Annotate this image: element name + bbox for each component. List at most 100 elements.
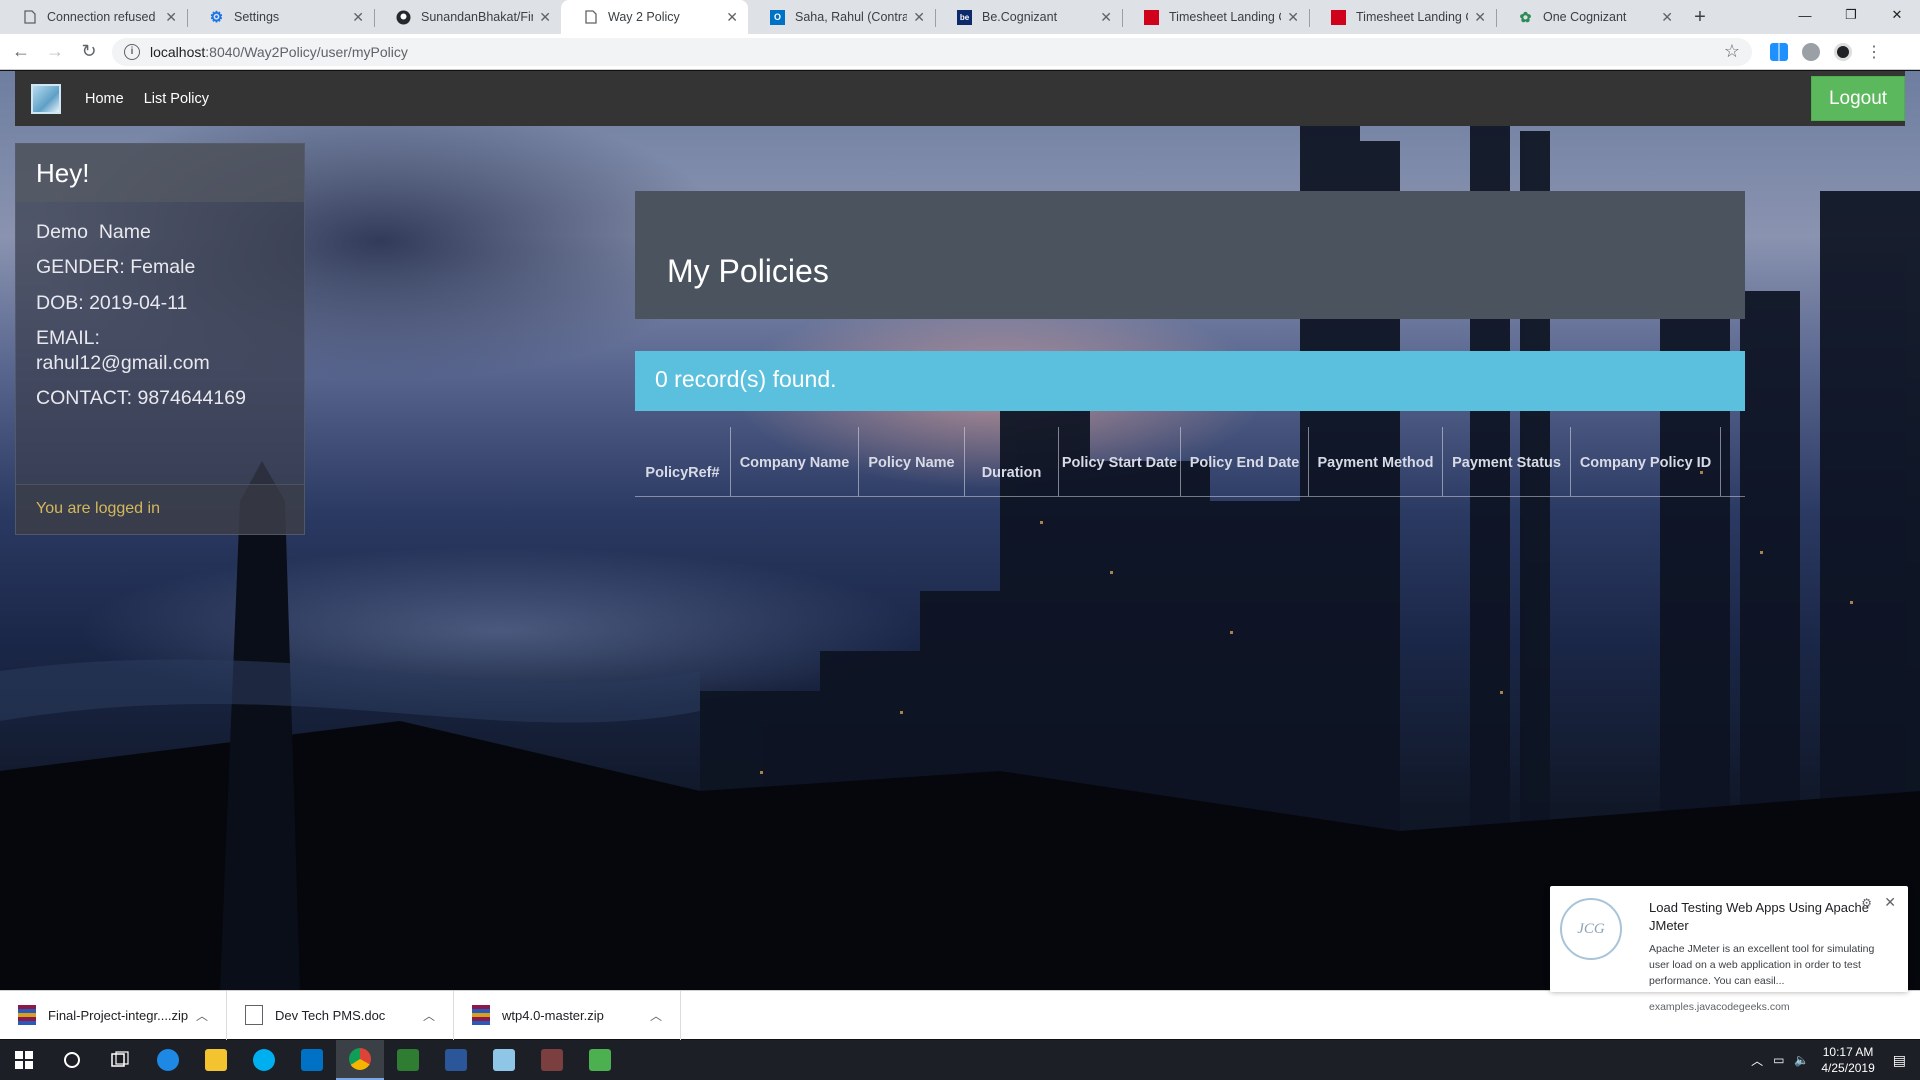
- doc-icon: [245, 1005, 263, 1025]
- extensions-area: ⋮: [1770, 42, 1882, 62]
- policies-table-header: PolicyRef# Company Name Policy Name Dura…: [635, 427, 1745, 497]
- tab-outlook[interactable]: O Saha, Rahul (Contractor ✕: [748, 0, 935, 34]
- download-filename: Final-Project-integr....zip: [48, 1007, 189, 1023]
- clock[interactable]: 10:17 AM 4/25/2019: [1821, 1044, 1874, 1076]
- brand-logo[interactable]: [31, 83, 61, 114]
- close-icon[interactable]: ✕: [539, 9, 551, 26]
- address-bar[interactable]: i localhost:8040/Way2Policy/user/myPolic…: [112, 37, 1752, 66]
- close-icon[interactable]: ✕: [352, 9, 364, 26]
- close-icon[interactable]: ✕: [1287, 9, 1299, 26]
- profile-dob: DOB: 2019-04-11: [36, 291, 188, 314]
- page-icon: [583, 10, 598, 25]
- records-alert: 0 record(s) found.: [635, 351, 1745, 411]
- search-icon[interactable]: [48, 1040, 96, 1080]
- col-policy-name: Policy Name: [859, 427, 965, 496]
- clock-date: 4/25/2019: [1821, 1061, 1875, 1075]
- new-tab-button[interactable]: +: [1683, 0, 1717, 34]
- tab-way2policy[interactable]: Way 2 Policy ✕: [561, 0, 748, 34]
- col-payment-method: Payment Method: [1309, 427, 1443, 496]
- nav-home-link[interactable]: Home: [85, 91, 124, 107]
- download-item[interactable]: Final-Project-integr....zip ︿: [0, 990, 227, 1040]
- tab-title: Settings: [234, 10, 280, 24]
- nav-list-policy-link[interactable]: List Policy: [144, 91, 209, 107]
- menu-dots-icon[interactable]: ⋮: [1866, 42, 1882, 62]
- word-icon[interactable]: [432, 1040, 480, 1080]
- notification-title: Load Testing Web Apps Using Apache JMete…: [1649, 900, 1869, 934]
- tab-timesheet-2[interactable]: Timesheet Landing Co ✕: [1309, 0, 1496, 34]
- close-icon[interactable]: ✕: [1661, 9, 1673, 26]
- download-filename: Dev Tech PMS.doc: [275, 1007, 386, 1023]
- browser-toolbar: ← → ↻ i localhost:8040/Way2Policy/user/m…: [0, 34, 1920, 70]
- minimize-icon[interactable]: —: [1782, 0, 1828, 30]
- close-icon[interactable]: ✕: [1100, 9, 1112, 26]
- url-text[interactable]: localhost:8040/Way2Policy/user/myPolicy: [150, 44, 408, 60]
- chevron-up-icon[interactable]: ︿: [423, 1007, 453, 1024]
- be-icon: be: [957, 9, 972, 25]
- tab-timesheet-1[interactable]: Timesheet Landing Co ✕: [1122, 0, 1309, 34]
- network-icon[interactable]: ▭: [1773, 1053, 1784, 1067]
- logout-button[interactable]: Logout: [1811, 76, 1905, 121]
- col-policy-start-date: Policy Start Date: [1059, 427, 1181, 496]
- file-explorer-icon[interactable]: [192, 1040, 240, 1080]
- winrar-icon[interactable]: [528, 1040, 576, 1080]
- chevron-up-icon[interactable]: ︿: [196, 1007, 226, 1024]
- profile-gender: GENDER: Female: [36, 256, 196, 279]
- close-icon[interactable]: ✕: [726, 9, 738, 26]
- window-close-icon[interactable]: ✕: [1874, 0, 1920, 30]
- clock-time: 10:17 AM: [1822, 1044, 1874, 1059]
- bookmark-star-icon[interactable]: ☆: [1724, 41, 1740, 62]
- tab-settings[interactable]: ⚙ Settings ✕: [187, 0, 374, 34]
- profile-email-label: EMAIL:: [36, 327, 100, 350]
- window-controls: — ❐ ✕: [1782, 0, 1920, 30]
- profile-avatar-icon[interactable]: [1834, 42, 1852, 61]
- circle-extension-icon[interactable]: [1802, 42, 1820, 61]
- outlook-icon[interactable]: [288, 1040, 336, 1080]
- windows-taskbar: ︿ ▭ 🔈 10:17 AM 4/25/2019 ▤: [0, 1040, 1920, 1080]
- chevron-up-icon[interactable]: ︿: [1751, 1052, 1763, 1069]
- close-icon[interactable]: ✕: [1474, 9, 1486, 26]
- chrome-icon[interactable]: [336, 1040, 384, 1080]
- tab-github[interactable]: SunandanBhakat/Final- ✕: [374, 0, 561, 34]
- media-app-icon[interactable]: [384, 1040, 432, 1080]
- windows-extension-icon[interactable]: [1770, 42, 1788, 61]
- col-policy-ref: PolicyRef#: [635, 427, 731, 496]
- system-tray: ︿ ▭ 🔈 10:17 AM 4/25/2019 ▤: [1751, 1040, 1920, 1080]
- chevron-up-icon[interactable]: ︿: [650, 1007, 680, 1024]
- task-view-icon[interactable]: [96, 1040, 144, 1080]
- login-status: You are logged in: [16, 484, 304, 534]
- back-arrow-icon[interactable]: ←: [8, 39, 34, 65]
- policies-header: My Policies: [635, 191, 1745, 319]
- github-icon: [396, 10, 411, 25]
- browser-tab-strip: Connection refused ✕ ⚙ Settings ✕ Sunand…: [0, 0, 1920, 34]
- reload-icon[interactable]: ↻: [76, 39, 102, 65]
- network-app-icon[interactable]: [576, 1040, 624, 1080]
- notepad-icon[interactable]: [480, 1040, 528, 1080]
- notification-center-icon[interactable]: ▤: [1893, 1052, 1906, 1069]
- download-item[interactable]: wtp4.0-master.zip ︿: [454, 990, 681, 1040]
- forward-arrow-icon[interactable]: →: [42, 39, 68, 65]
- tab-title: Be.Cognizant: [982, 10, 1058, 24]
- gear-icon: ⚙: [209, 9, 224, 26]
- tab-one-cognizant[interactable]: ✿ One Cognizant ✕: [1496, 0, 1683, 34]
- notification-body: Apache JMeter is an excellent tool for s…: [1649, 943, 1875, 987]
- profile-name: Demo Name: [36, 221, 151, 243]
- edge-icon[interactable]: [144, 1040, 192, 1080]
- close-icon[interactable]: ✕: [165, 9, 177, 26]
- tab-be-cognizant[interactable]: be Be.Cognizant ✕: [935, 0, 1122, 34]
- gear-icon[interactable]: ⚙: [1861, 896, 1872, 910]
- col-duration: Duration: [965, 427, 1059, 496]
- volume-icon[interactable]: 🔈: [1794, 1053, 1809, 1067]
- download-item[interactable]: Dev Tech PMS.doc ︿: [227, 990, 454, 1040]
- windows-start-icon[interactable]: [0, 1040, 48, 1080]
- tab-connection-refused[interactable]: Connection refused ✕: [0, 0, 187, 34]
- jcg-logo: JCG: [1560, 898, 1622, 960]
- info-icon[interactable]: i: [124, 43, 140, 60]
- profile-panel: Hey! Demo Name GENDER: Female DOB: 2019-…: [15, 143, 305, 535]
- close-icon[interactable]: ✕: [913, 9, 925, 26]
- skype-icon[interactable]: [240, 1040, 288, 1080]
- winrar-icon: [472, 1005, 490, 1025]
- maximize-icon[interactable]: ❐: [1828, 0, 1874, 30]
- web-notification[interactable]: JCG Load Testing Web Apps Using Apache J…: [1550, 886, 1908, 1013]
- downloads-bar: Final-Project-integr....zip ︿ Dev Tech P…: [0, 990, 1920, 1040]
- close-icon[interactable]: ✕: [1884, 894, 1896, 911]
